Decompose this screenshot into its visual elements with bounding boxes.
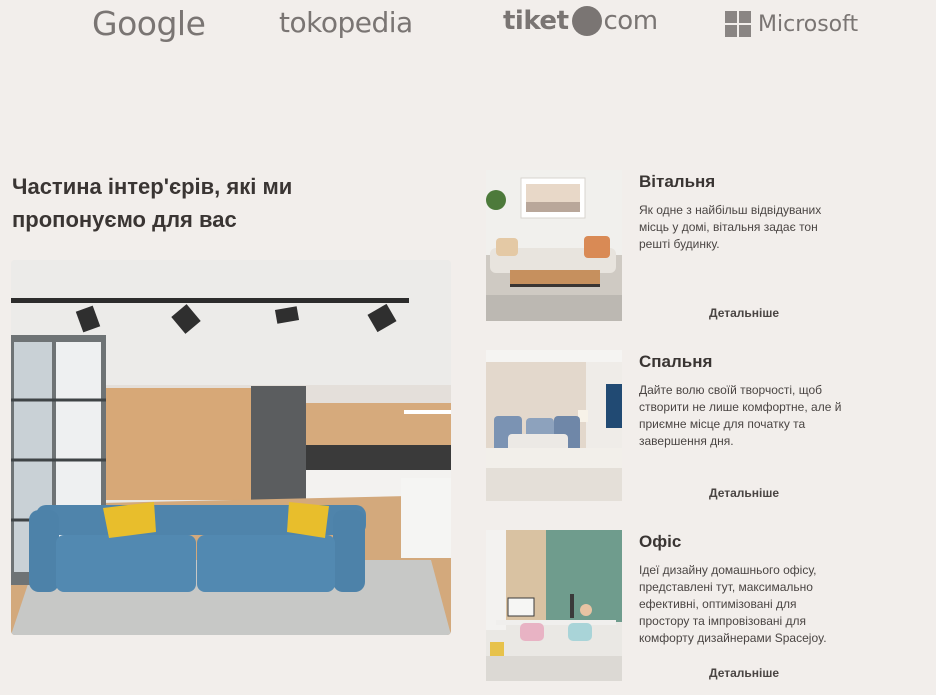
- room-title: Спальня: [639, 352, 713, 371]
- living-room-image: [486, 170, 622, 321]
- room-details-link[interactable]: Детальніше: [709, 306, 779, 320]
- tiket-dot-icon: [571, 6, 602, 36]
- room-details-link[interactable]: Детальніше: [709, 666, 779, 680]
- room-card-living: Вітальня Як одне з найбільш відвідуваних…: [486, 170, 886, 322]
- google-logo: Google: [92, 4, 206, 43]
- room-card-office: Офіс Ідеї дизайну домашнього офісу, пред…: [486, 530, 886, 682]
- partner-logos: Google tokopedia tiket com Microsoft: [0, 0, 936, 50]
- tokopedia-logo: tokopedia: [279, 6, 413, 39]
- tiket-logo-prefix: tiket: [503, 6, 569, 36]
- office-image: [486, 530, 622, 681]
- section-title: Частина інтер'єрів, які ми пропонуємо дл…: [12, 174, 293, 232]
- room-details-link[interactable]: Детальніше: [709, 486, 779, 500]
- tiket-logo-suffix: com: [603, 6, 659, 36]
- microsoft-logo: Microsoft: [725, 11, 858, 37]
- room-title: Вітальня: [639, 172, 716, 191]
- room-description: Ідеї дизайну домашнього офісу, представл…: [639, 563, 827, 645]
- room-description: Дайте волю своїй творчості, щоб створити…: [639, 383, 842, 448]
- bedroom-image: [486, 350, 622, 501]
- tiket-logo: tiket com: [503, 6, 658, 36]
- room-card-bedroom: Спальня Дайте волю своїй творчості, щоб …: [486, 350, 886, 502]
- microsoft-grid-icon: [725, 11, 751, 37]
- hero-interior-image: [11, 260, 451, 635]
- microsoft-logo-text: Microsoft: [758, 11, 859, 37]
- room-title: Офіс: [639, 532, 682, 551]
- room-description: Як одне з найбільш відвідуваних місць у …: [639, 203, 822, 251]
